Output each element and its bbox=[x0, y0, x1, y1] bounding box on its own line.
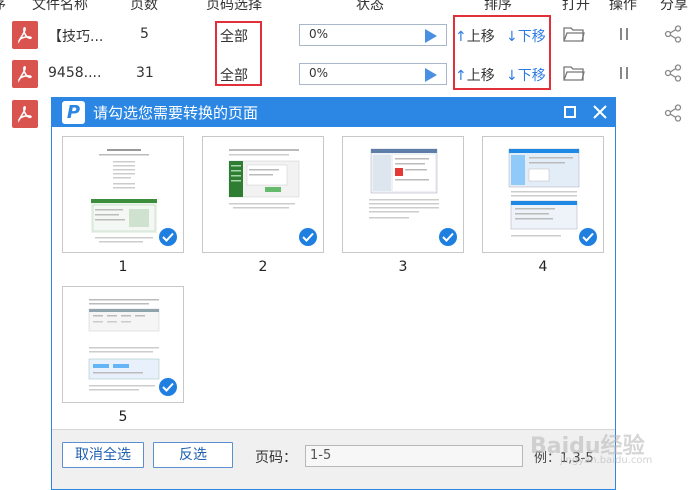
thumbnail-frame[interactable] bbox=[62, 286, 184, 403]
progress-bar: 0% bbox=[299, 63, 447, 85]
maximize-icon[interactable] bbox=[564, 106, 576, 118]
checkmark-icon[interactable] bbox=[159, 228, 177, 246]
play-icon[interactable] bbox=[425, 68, 437, 82]
page-number-label: 3 bbox=[398, 259, 408, 275]
page-number-label: 1 bbox=[118, 259, 128, 275]
header-pages: 页数 bbox=[130, 0, 158, 13]
checkmark-icon[interactable] bbox=[159, 378, 177, 396]
pause-icon[interactable] bbox=[619, 67, 629, 79]
folder-icon[interactable] bbox=[563, 25, 585, 43]
page-number-label: 2 bbox=[258, 259, 268, 275]
progress-bar: 0% bbox=[299, 24, 447, 46]
pdf-icon bbox=[12, 100, 38, 128]
invert-selection-button[interactable]: 反选 bbox=[153, 442, 233, 468]
header-action: 操作 bbox=[609, 0, 637, 13]
header-edge: 序 bbox=[0, 0, 6, 14]
play-icon[interactable] bbox=[425, 29, 437, 43]
app-logo-icon: P bbox=[62, 101, 85, 124]
header-status: 状态 bbox=[356, 0, 384, 13]
dialog-title: 请勾选您需要转换的页面 bbox=[93, 104, 259, 122]
folder-icon[interactable] bbox=[563, 64, 585, 82]
share-icon[interactable] bbox=[664, 64, 682, 82]
header-share: 分享 bbox=[660, 0, 688, 13]
pause-icon[interactable] bbox=[619, 28, 629, 40]
baidu-watermark-url: jingyan.baidu.com bbox=[560, 455, 653, 466]
checkmark-icon[interactable] bbox=[579, 228, 597, 246]
thumbnail-frame[interactable] bbox=[342, 136, 464, 253]
deselect-all-button[interactable]: 取消全选 bbox=[62, 442, 144, 468]
dialog-titlebar[interactable]: P 请勾选您需要转换的页面 bbox=[52, 98, 615, 127]
page-preview bbox=[85, 295, 163, 395]
thumbnail-grid: 1 2 3 4 5 bbox=[52, 127, 615, 429]
progress-percent: 0% bbox=[309, 27, 329, 41]
pdf-icon bbox=[12, 21, 38, 49]
header-sort: 排序 bbox=[484, 0, 512, 13]
share-icon[interactable] bbox=[664, 104, 682, 122]
header-open: 打开 bbox=[562, 0, 590, 13]
close-icon[interactable] bbox=[592, 104, 608, 120]
page-count: 31 bbox=[136, 65, 154, 81]
page-range-label: 页码： bbox=[255, 450, 297, 466]
progress-percent: 0% bbox=[309, 66, 329, 80]
share-icon[interactable] bbox=[664, 25, 682, 43]
thumbnail-frame[interactable] bbox=[482, 136, 604, 253]
page-preview bbox=[505, 145, 583, 245]
thumbnail-frame[interactable] bbox=[202, 136, 324, 253]
header-file-name: 文件名称 bbox=[32, 0, 88, 13]
file-row[interactable]: 9458.... 31 全部 0% ↑上移 ↓下移 bbox=[0, 56, 694, 92]
page-preview bbox=[365, 145, 443, 245]
file-row[interactable]: 【技巧... 5 全部 0% ↑上移 ↓下移 bbox=[0, 17, 694, 53]
pdf-icon bbox=[12, 60, 38, 88]
highlight-page-select bbox=[215, 21, 262, 86]
page-preview bbox=[85, 145, 163, 245]
checkmark-icon[interactable] bbox=[439, 228, 457, 246]
list-header: 序 文件名称 页数 页码选择 状态 排序 打开 操作 分享 bbox=[0, 0, 694, 14]
header-page-select: 页码选择 bbox=[206, 0, 262, 13]
thumbnail-frame[interactable] bbox=[62, 136, 184, 253]
highlight-sort bbox=[453, 15, 551, 90]
page-number-label: 4 bbox=[538, 259, 548, 275]
page-range-input[interactable]: 1-5 bbox=[305, 445, 523, 467]
page-count: 5 bbox=[140, 26, 149, 42]
page-number-label: 5 bbox=[118, 409, 128, 425]
file-name[interactable]: 【技巧... bbox=[48, 26, 103, 46]
file-name[interactable]: 9458.... bbox=[48, 65, 101, 81]
page-preview bbox=[225, 145, 303, 245]
checkmark-icon[interactable] bbox=[299, 228, 317, 246]
